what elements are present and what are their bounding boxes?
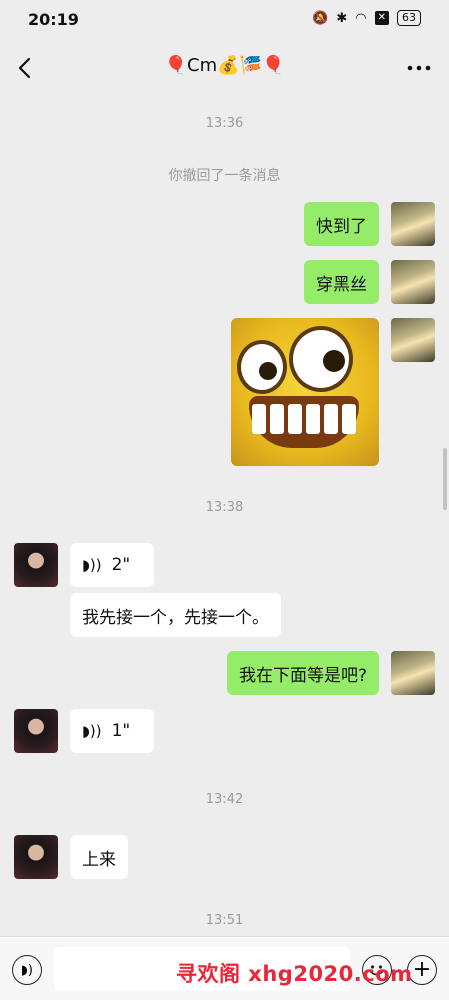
watermark: 寻欢阁 xhg2020.com <box>176 962 413 986</box>
more-button[interactable] <box>405 52 433 84</box>
chat-area[interactable]: 13:36 你撤回了一条消息 快到了 穿黑丝 13:38 ◗)) 2" 我先接一… <box>0 96 449 936</box>
sim-x-icon: ✕ <box>374 11 389 25</box>
message-bubble-sent[interactable]: 穿黑丝 <box>304 260 379 304</box>
contact-avatar[interactable] <box>14 835 58 879</box>
sticker-mouth <box>249 396 359 448</box>
voice-wave-icon: ◗)) <box>82 722 102 740</box>
sticker-tooth <box>270 404 284 434</box>
voice-duration: 2" <box>111 555 131 575</box>
contact-avatar[interactable] <box>14 543 58 587</box>
sticker-tooth <box>252 404 266 434</box>
chat-scrollbar[interactable] <box>443 448 447 510</box>
sticker-eye-left <box>237 340 287 394</box>
sticker-tooth <box>306 404 320 434</box>
sticker-pupil <box>259 362 277 380</box>
sticker-message[interactable] <box>231 318 379 466</box>
timestamp: 13:42 <box>205 792 244 807</box>
my-avatar[interactable] <box>391 202 435 246</box>
battery-icon: 63 <box>397 10 421 26</box>
message-bubble-received[interactable]: 上来 <box>70 835 128 879</box>
voice-wave-icon: ◗)) <box>82 556 102 574</box>
voice-wave-icon: ◗) <box>21 962 33 978</box>
timestamp: 13:51 <box>205 913 244 928</box>
message-bubble-sent[interactable]: 快到了 <box>304 202 379 246</box>
sticker-tooth <box>324 404 338 434</box>
mute-icon: 🔕 <box>312 10 329 26</box>
my-avatar[interactable] <box>391 260 435 304</box>
my-avatar[interactable] <box>391 651 435 695</box>
voice-message[interactable]: ◗)) 2" <box>70 543 154 587</box>
bluetooth-icon: ✱ <box>336 10 348 26</box>
timestamp: 13:38 <box>205 500 244 515</box>
sticker-pupil <box>323 350 345 372</box>
chat-title: 🎈Cm💰🎏🎈 <box>164 55 285 76</box>
recall-notice: 你撤回了一条消息 <box>168 168 281 184</box>
wifi-icon: ◠ <box>355 10 367 26</box>
my-avatar[interactable] <box>391 318 435 362</box>
sticker-tooth <box>288 404 302 434</box>
timestamp: 13:36 <box>205 116 244 131</box>
nav-bar: 🎈Cm💰🎏🎈 <box>0 40 449 96</box>
more-dots-icon <box>407 65 431 71</box>
voice-input-button[interactable]: ◗) <box>12 955 42 985</box>
voice-duration: 1" <box>111 721 131 741</box>
contact-avatar[interactable] <box>14 709 58 753</box>
plus-icon: + <box>412 957 432 982</box>
message-bubble-sent[interactable]: 我在下面等是吧? <box>226 651 379 695</box>
sticker-eye-right <box>289 326 353 392</box>
status-icons: 🔕 ✱ ◠ ✕ 63 <box>312 10 421 26</box>
message-bubble-received[interactable]: 我先接一个，先接一个。 <box>70 593 281 637</box>
status-bar: 20:19 🔕 ✱ ◠ ✕ 63 <box>0 0 449 40</box>
status-time: 20:19 <box>28 10 79 29</box>
voice-message[interactable]: ◗)) 1" <box>70 709 154 753</box>
sticker-tooth <box>342 404 356 434</box>
